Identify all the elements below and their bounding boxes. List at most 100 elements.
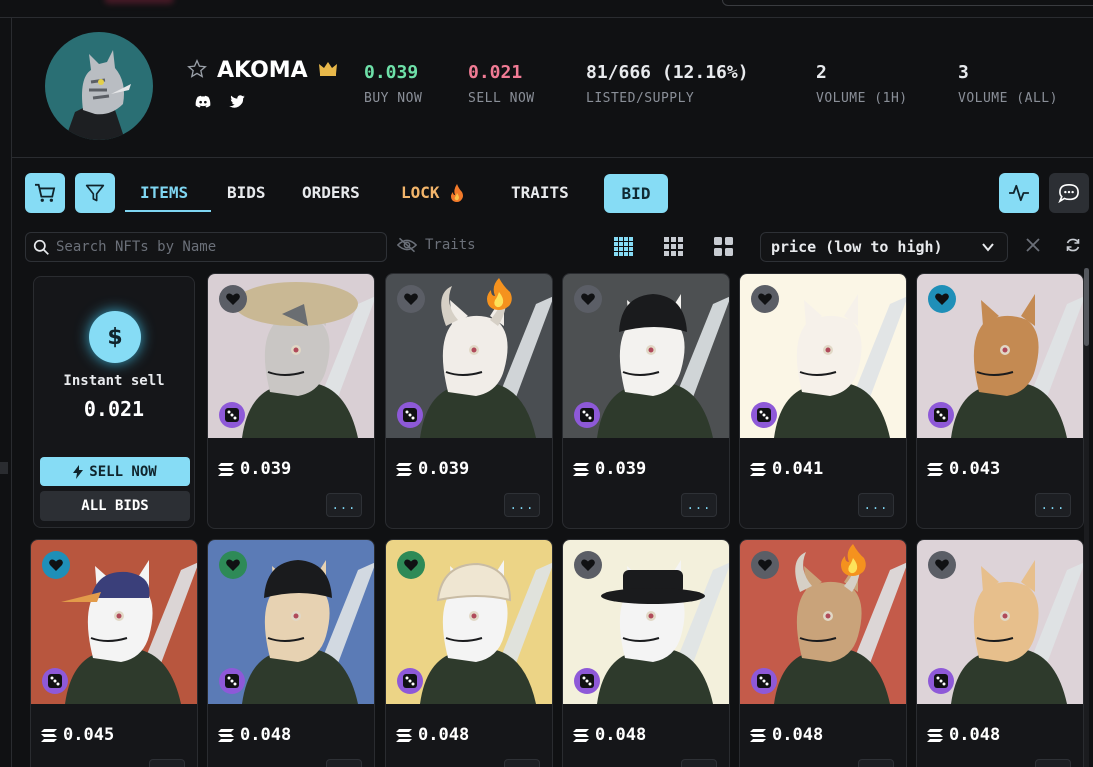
scrollbar-thumb[interactable] [1084, 268, 1089, 346]
grid-medium-view-button[interactable] [663, 236, 685, 258]
favorite-button[interactable] [928, 551, 956, 579]
favorite-button[interactable] [928, 285, 956, 313]
dice-icon[interactable] [928, 668, 954, 694]
refresh-button[interactable] [1065, 237, 1081, 257]
dice-icon[interactable] [751, 402, 777, 428]
more-options-button[interactable]: ... [504, 493, 540, 517]
grid-large-view-button[interactable] [713, 236, 735, 258]
star-icon[interactable] [187, 58, 207, 83]
grid-scrollbar[interactable] [1084, 268, 1089, 767]
sell-now-button[interactable]: SELL NOW [40, 457, 190, 486]
stat-sell-now: 0.021 SELL NOW [468, 62, 535, 106]
bid-button[interactable]: BID [604, 174, 668, 213]
chat-button[interactable] [1049, 173, 1089, 213]
dice-icon[interactable] [751, 668, 777, 694]
nft-card[interactable]: 0.048... [385, 539, 553, 767]
dice-icon[interactable] [397, 402, 423, 428]
dice-icon[interactable] [928, 402, 954, 428]
dice-icon[interactable] [219, 668, 245, 694]
nft-card[interactable]: 0.048... [207, 539, 375, 767]
discord-icon[interactable] [195, 93, 211, 112]
nft-price: 0.039 [573, 459, 646, 479]
more-options-button[interactable]: ... [326, 759, 362, 767]
search-icon [33, 239, 50, 260]
grid-large-icon [714, 237, 733, 256]
stat-value: 81/666 (12.16%) [586, 62, 749, 83]
collection-title-row: AKOMA [187, 58, 338, 83]
more-options-button[interactable]: ... [326, 493, 362, 517]
solana-icon [396, 462, 412, 476]
favorite-button[interactable] [42, 551, 70, 579]
grid-medium-icon [664, 237, 683, 256]
solana-icon [396, 728, 412, 742]
nft-card[interactable]: 0.048... [739, 539, 907, 767]
stat-volume-all: 3 VOLUME (ALL) [958, 62, 1058, 106]
all-bids-button[interactable]: ALL BIDS [40, 491, 190, 521]
more-options-button[interactable]: ... [504, 759, 540, 767]
nft-price: 0.048 [396, 725, 469, 745]
tab-traits[interactable]: TRAITS [511, 183, 569, 202]
favorite-button[interactable] [574, 285, 602, 313]
nft-card[interactable]: 0.039... [207, 273, 375, 529]
favorite-button[interactable] [397, 551, 425, 579]
nft-card[interactable]: 0.041... [739, 273, 907, 529]
collection-name: AKOMA [217, 58, 308, 83]
favorite-button[interactable] [397, 285, 425, 313]
grid-dense-view-button[interactable] [613, 236, 635, 258]
more-options-button[interactable]: ... [149, 759, 185, 767]
search-input[interactable] [56, 239, 376, 255]
more-options-button[interactable]: ... [1035, 759, 1071, 767]
more-options-button[interactable]: ... [681, 759, 717, 767]
nft-card[interactable]: 0.039... [562, 273, 730, 529]
left-rail-handle[interactable] [0, 462, 8, 474]
tab-bids[interactable]: BIDS [227, 183, 266, 202]
global-search-edge[interactable] [722, 0, 1093, 6]
nft-price-value: 0.048 [418, 725, 470, 745]
solana-icon [750, 728, 766, 742]
dice-icon[interactable] [574, 402, 600, 428]
traits-toggle[interactable]: Traits [397, 237, 476, 253]
nft-price: 0.043 [927, 459, 1000, 479]
favorite-button[interactable] [751, 285, 779, 313]
more-options-button[interactable]: ... [1035, 493, 1071, 517]
nft-card[interactable]: 0.043... [916, 273, 1084, 529]
nft-card[interactable]: 0.048... [916, 539, 1084, 767]
heart-icon [404, 559, 418, 571]
tab-orders[interactable]: ORDERS [302, 183, 360, 202]
instant-sell-value: 0.021 [83, 397, 145, 421]
dice-icon[interactable] [42, 668, 68, 694]
favorite-button[interactable] [219, 285, 247, 313]
dice-icon[interactable] [397, 668, 423, 694]
heart-icon [935, 293, 949, 305]
clear-filters-button[interactable] [1025, 237, 1041, 257]
flame-icon [484, 278, 514, 310]
dice-icon[interactable] [219, 402, 245, 428]
heart-icon [226, 293, 240, 305]
nft-card[interactable]: 0.045... [30, 539, 198, 767]
stat-label: VOLUME (ALL) [958, 91, 1058, 106]
nft-card[interactable]: 0.039... [385, 273, 553, 529]
sell-now-label: SELL NOW [89, 463, 157, 480]
favorite-button[interactable] [751, 551, 779, 579]
stat-label: BUY NOW [364, 91, 423, 106]
twitter-icon[interactable] [229, 93, 245, 112]
favorite-button[interactable] [219, 551, 247, 579]
more-options-button[interactable]: ... [681, 493, 717, 517]
chat-icon [1058, 183, 1079, 203]
activity-icon [1009, 184, 1029, 202]
sort-select[interactable]: price (low to high) [760, 232, 1008, 262]
sort-select-value: price (low to high) [771, 238, 943, 256]
dice-icon[interactable] [574, 668, 600, 694]
nft-card[interactable]: 0.048... [562, 539, 730, 767]
favorite-button[interactable] [574, 551, 602, 579]
nft-price: 0.039 [218, 459, 291, 479]
solana-icon [573, 462, 589, 476]
more-options-button[interactable]: ... [858, 759, 894, 767]
tab-items[interactable]: ITEMS [140, 183, 188, 202]
heart-icon [226, 559, 240, 571]
activity-button[interactable] [999, 173, 1039, 213]
cart-button[interactable] [25, 173, 65, 213]
tab-lock[interactable]: LOCK [401, 183, 464, 202]
filter-button[interactable] [75, 173, 115, 213]
more-options-button[interactable]: ... [858, 493, 894, 517]
